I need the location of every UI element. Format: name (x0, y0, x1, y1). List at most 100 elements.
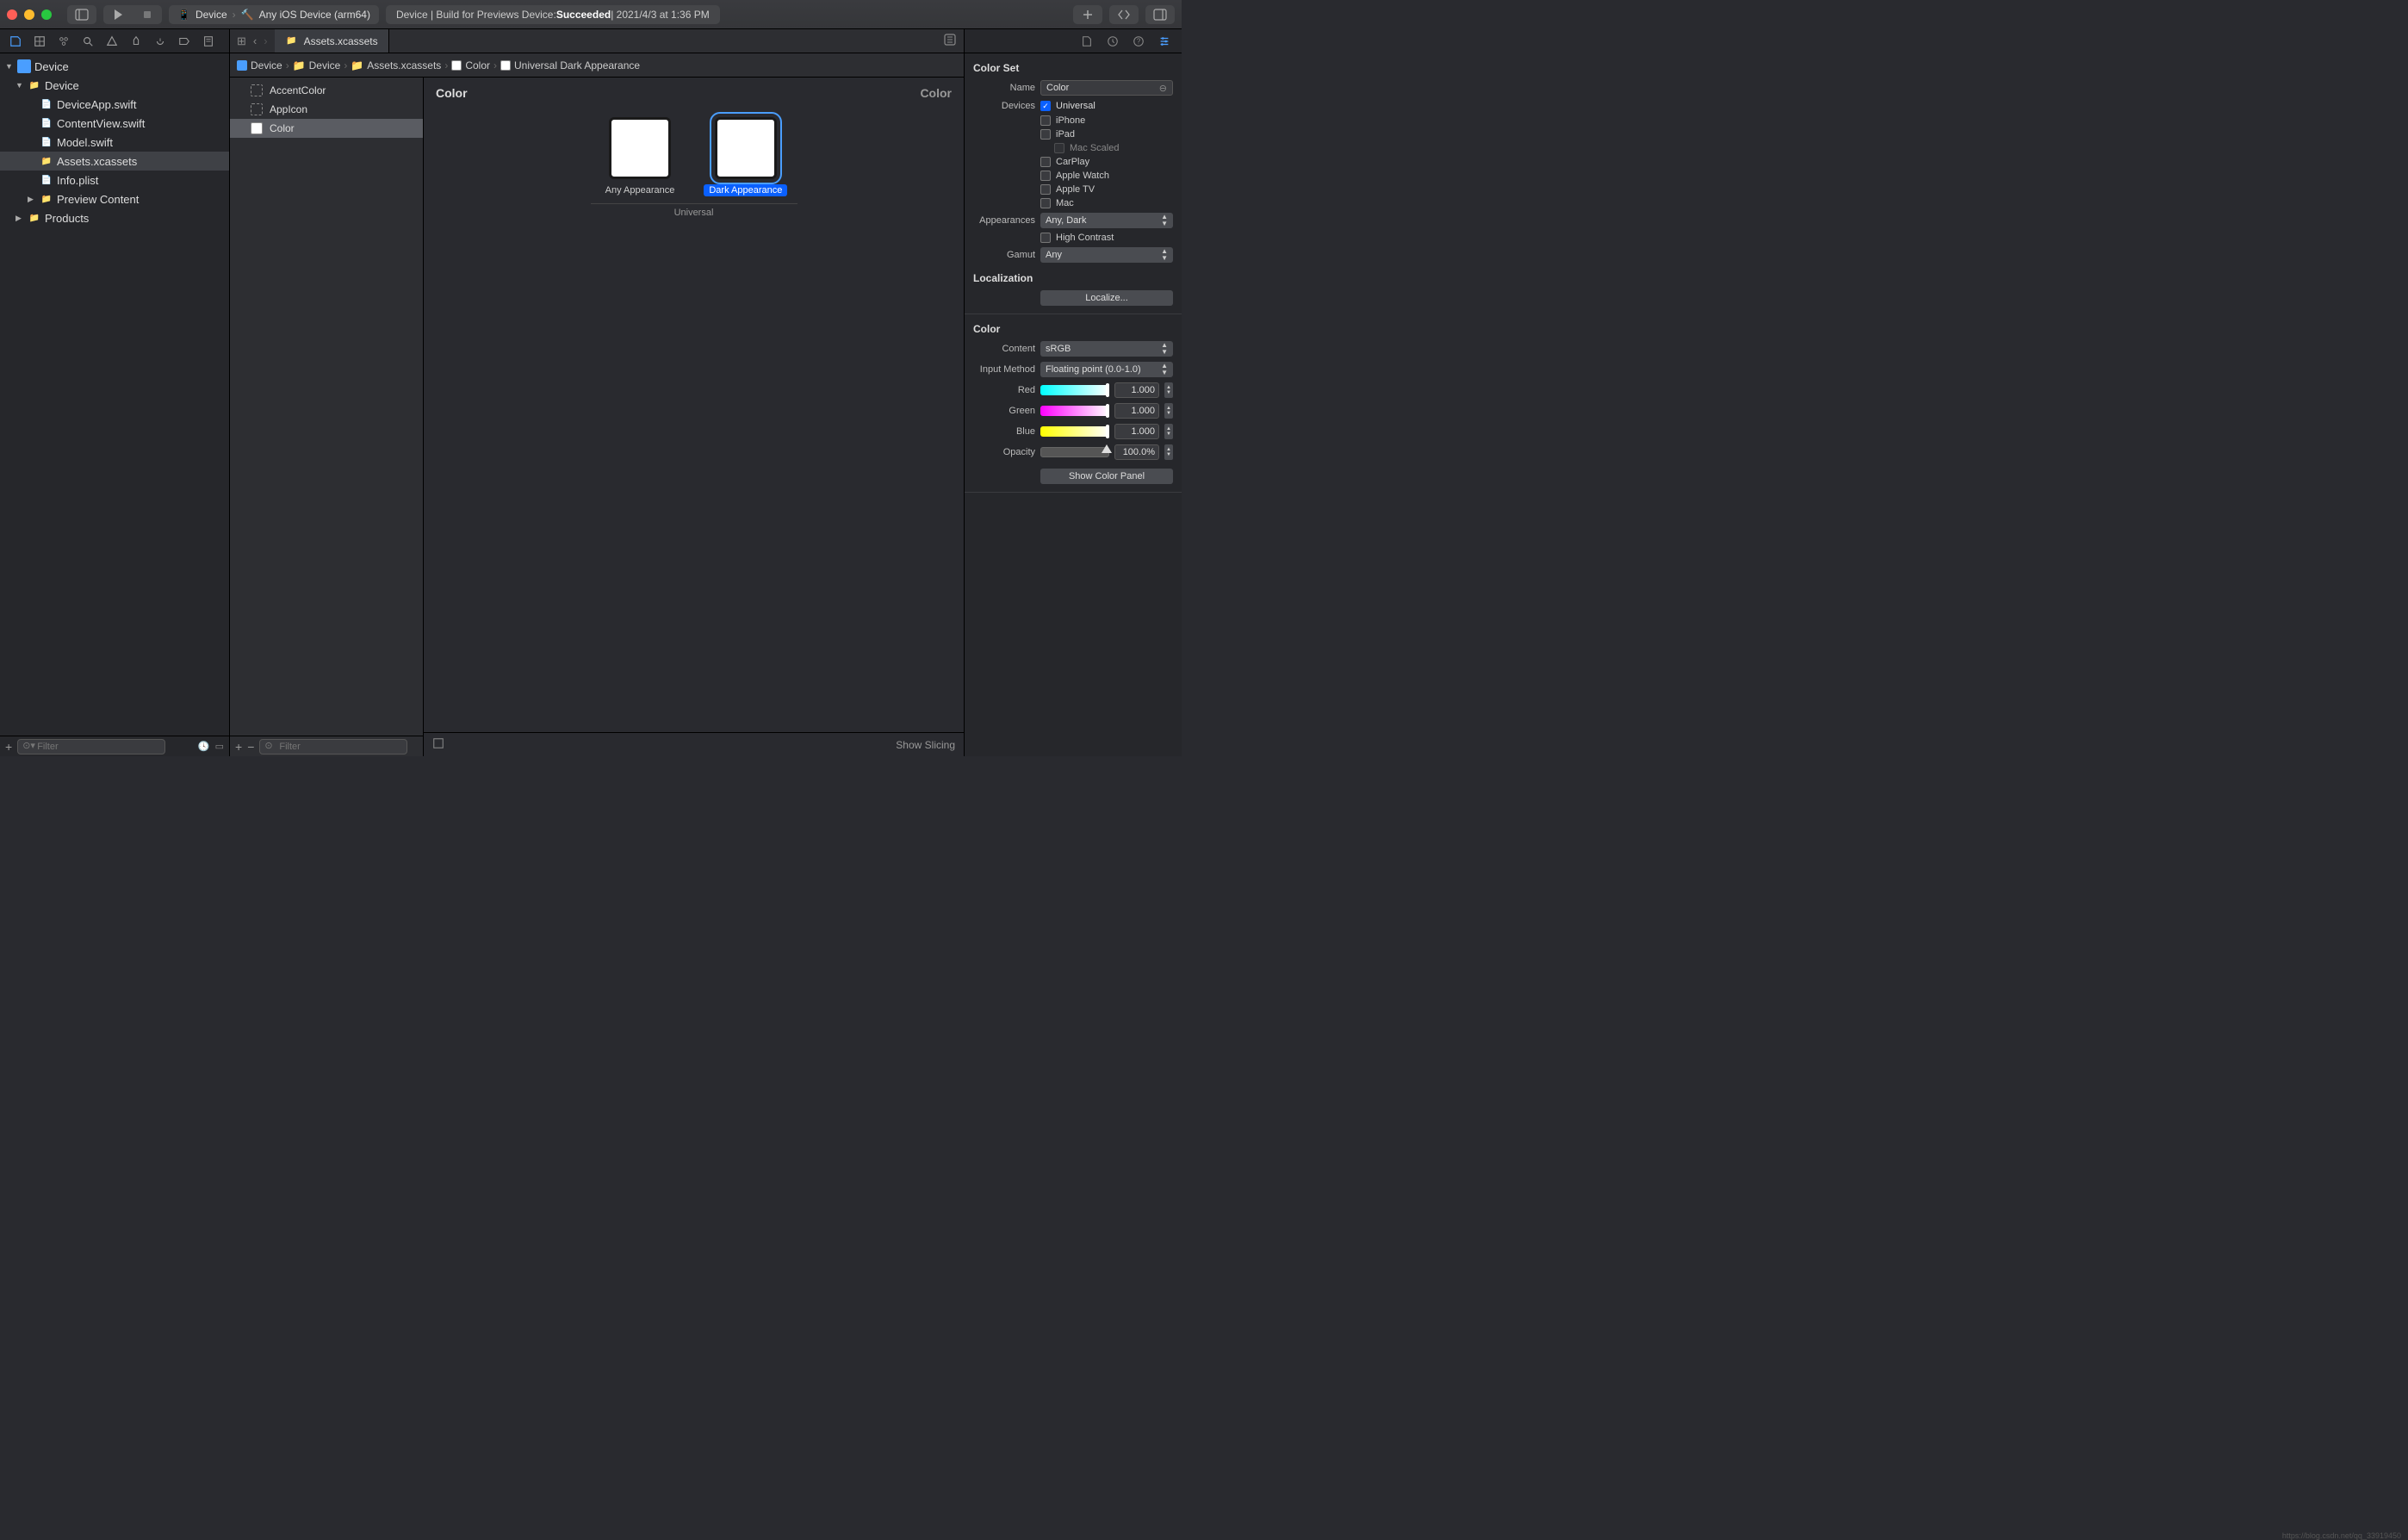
minimize-window-button[interactable] (24, 9, 34, 20)
asset-filter-input[interactable] (259, 739, 407, 754)
blue-value-field[interactable] (1114, 424, 1159, 439)
activity-status[interactable]: Device | Build for Previews Device: Succ… (386, 5, 720, 24)
project-navigator-tab[interactable] (9, 34, 22, 48)
test-navigator-tab[interactable] (129, 34, 143, 48)
ipad-checkbox[interactable] (1040, 129, 1051, 140)
asset-label: Color (270, 122, 295, 134)
filter-icon: ⊙ (264, 740, 272, 751)
disclosure-triangle[interactable]: ▶ (16, 214, 24, 223)
jump-seg-color[interactable]: Color (451, 59, 490, 71)
debug-navigator-tab[interactable] (153, 34, 167, 48)
iphone-checkbox[interactable] (1040, 115, 1051, 126)
source-control-navigator-tab[interactable] (33, 34, 47, 48)
disclosure-triangle[interactable]: ▶ (28, 195, 36, 204)
attributes-inspector-tab[interactable] (1157, 34, 1171, 48)
blue-stepper[interactable]: ▲▼ (1164, 424, 1173, 439)
forward-button[interactable]: › (262, 34, 269, 47)
opacity-value-field[interactable] (1114, 444, 1159, 460)
run-button[interactable] (103, 5, 133, 24)
file-row-contentview[interactable]: 📄 ContentView.swift (0, 114, 229, 133)
scheme-selector[interactable]: 📱 Device › 🔨 Any iOS Device (arm64) (169, 5, 379, 24)
disclosure-triangle[interactable]: ▼ (16, 81, 24, 90)
red-value-field[interactable] (1114, 382, 1159, 398)
asset-canvas: Color Color Any Appearance Dark Appearan… (424, 78, 964, 756)
asset-row-accentcolor[interactable]: AccentColor (230, 81, 423, 100)
navigator-panel: ▼ Device ▼ 📁 Device 📄 DeviceApp.swift 📄 … (0, 29, 230, 756)
name-field[interactable]: Color⊖ (1040, 80, 1173, 96)
color-well-dark[interactable] (715, 117, 777, 179)
carplay-checkbox[interactable] (1040, 157, 1051, 167)
jump-seg-group[interactable]: 📁Device (293, 59, 341, 71)
file-row-deviceapp[interactable]: 📄 DeviceApp.swift (0, 95, 229, 114)
symbol-navigator-tab[interactable] (57, 34, 71, 48)
asset-row-color[interactable]: Color (230, 119, 423, 138)
inputmethod-select[interactable]: Floating point (0.0-1.0)▲▼ (1040, 362, 1173, 377)
stop-button[interactable] (133, 5, 162, 24)
scm-filter-button[interactable]: ▭ (215, 741, 224, 752)
group-row-preview[interactable]: ▶ 📁 Preview Content (0, 189, 229, 208)
history-inspector-tab[interactable] (1106, 34, 1120, 48)
slicing-view-button[interactable] (432, 737, 444, 752)
group-row-products[interactable]: ▶ 📁 Products (0, 208, 229, 227)
mac-checkbox[interactable] (1040, 198, 1051, 208)
jump-seg-appearance[interactable]: Universal Dark Appearance (500, 59, 640, 71)
file-inspector-tab[interactable] (1080, 34, 1094, 48)
file-label: Assets.xcassets (57, 155, 137, 168)
show-slicing-button[interactable]: Show Slicing (896, 739, 955, 751)
red-slider[interactable] (1040, 385, 1109, 395)
blue-slider[interactable] (1040, 426, 1109, 437)
help-inspector-tab[interactable]: ? (1132, 34, 1145, 48)
navigator-filter-input[interactable] (17, 739, 165, 754)
green-value-field[interactable] (1114, 403, 1159, 419)
gamut-select[interactable]: Any▲▼ (1040, 247, 1173, 263)
code-review-button[interactable] (1109, 5, 1139, 24)
asset-row-appicon[interactable]: AppIcon (230, 100, 423, 119)
opacity-stepper[interactable]: ▲▼ (1164, 444, 1173, 460)
appearances-select[interactable]: Any, Dark▲▼ (1040, 213, 1173, 228)
localize-button[interactable]: Localize... (1040, 290, 1173, 306)
find-navigator-tab[interactable] (81, 34, 95, 48)
add-asset-button[interactable]: + (235, 740, 242, 754)
file-row-plist[interactable]: 📄 Info.plist (0, 171, 229, 189)
toggle-navigator-button[interactable] (67, 5, 96, 24)
macscaled-checkbox[interactable] (1054, 143, 1064, 153)
show-color-panel-button[interactable]: Show Color Panel (1040, 469, 1173, 484)
file-row-assets[interactable]: 📁 Assets.xcassets (0, 152, 229, 171)
color-well-any[interactable] (609, 117, 671, 179)
toggle-inspector-button[interactable] (1145, 5, 1175, 24)
group-row[interactable]: ▼ 📁 Device (0, 76, 229, 95)
project-root-row[interactable]: ▼ Device (0, 57, 229, 76)
editor-options-button[interactable] (943, 33, 957, 49)
file-label: Info.plist (57, 174, 98, 187)
back-button[interactable]: ‹ (251, 34, 258, 47)
clear-icon[interactable]: ⊖ (1159, 83, 1167, 94)
universal-checkbox[interactable]: ✓ (1040, 101, 1051, 111)
add-file-button[interactable]: + (5, 740, 12, 754)
red-stepper[interactable]: ▲▼ (1164, 382, 1173, 398)
recent-filter-button[interactable]: 🕓 (198, 741, 210, 752)
breakpoint-navigator-tab[interactable] (177, 34, 191, 48)
highcontrast-checkbox[interactable] (1040, 233, 1051, 243)
inspector-panel: ? Color Set Name Color⊖ Devices ✓ Univer… (964, 29, 1182, 756)
remove-asset-button[interactable]: − (247, 740, 254, 754)
issue-navigator-tab[interactable] (105, 34, 119, 48)
related-items-button[interactable]: ⊞ (235, 34, 248, 48)
tab-assets[interactable]: 📁 Assets.xcassets (275, 29, 389, 53)
jump-seg-assets[interactable]: 📁Assets.xcassets (351, 59, 441, 71)
watch-checkbox[interactable] (1040, 171, 1051, 181)
tv-checkbox[interactable] (1040, 184, 1051, 195)
red-label: Red (973, 385, 1035, 395)
report-navigator-tab[interactable] (202, 34, 215, 48)
jump-seg-project[interactable]: Device (237, 59, 282, 71)
green-slider[interactable] (1040, 406, 1109, 416)
asset-filter-bar: + − ⊙ (230, 736, 423, 756)
folder-icon: 📁 (28, 78, 41, 92)
file-row-model[interactable]: 📄 Model.swift (0, 133, 229, 152)
opacity-slider[interactable] (1040, 447, 1109, 457)
green-stepper[interactable]: ▲▼ (1164, 403, 1173, 419)
zoom-window-button[interactable] (41, 9, 52, 20)
library-button[interactable] (1073, 5, 1102, 24)
content-select[interactable]: sRGB▲▼ (1040, 341, 1173, 357)
close-window-button[interactable] (7, 9, 17, 20)
disclosure-triangle[interactable]: ▼ (5, 62, 14, 71)
